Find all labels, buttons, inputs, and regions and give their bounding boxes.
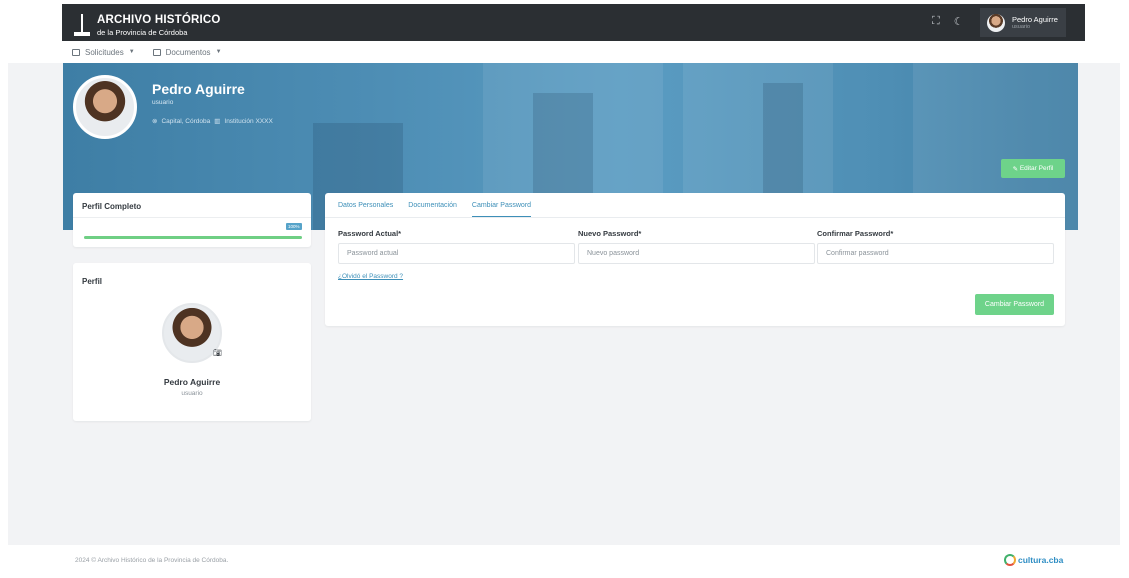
institution-icon: ▥ [214, 118, 221, 125]
change-password-button[interactable]: Cambiar Password [975, 294, 1054, 315]
cover-institution: Institución XXXX [224, 117, 273, 125]
menu-label: Documentos [165, 47, 211, 57]
progress-badge: 100% [286, 223, 302, 230]
edit-profile-button[interactable]: ✎ Editar Perfil [1001, 159, 1065, 178]
logo-title: ARCHIVO HISTÓRICO [97, 14, 221, 26]
card-title: Perfil Completo [82, 202, 142, 211]
main-menu: Solicitudes ▼ Documentos ▼ [62, 41, 1085, 63]
dark-mode-icon[interactable]: ☾ [954, 15, 964, 28]
confirm-password-group: Confirmar Password* Confirmar password [817, 229, 1054, 264]
profile-name: Pedro Aguirre [163, 377, 221, 387]
cover-name: Pedro Aguirre [152, 81, 245, 97]
field-label: Confirmar Password* [817, 229, 894, 238]
cultura-text: cultura.cba [1018, 555, 1064, 565]
cover-role: usuario [152, 99, 174, 106]
user-role: usuario [1012, 24, 1031, 30]
cultura-icon [1004, 554, 1016, 566]
current-password-input[interactable]: Password actual [338, 243, 575, 264]
fullscreen-icon[interactable]: ⛶ [932, 15, 940, 28]
cover-avatar [73, 75, 137, 139]
chevron-down-icon: ▼ [128, 49, 135, 55]
profile-tabs: Datos Personales Documentación Cambiar P… [325, 193, 1065, 218]
chevron-down-icon: ▼ [215, 49, 222, 55]
document-icon [152, 48, 161, 56]
confirm-password-input[interactable]: Confirmar password [817, 243, 1054, 264]
logo-icon [74, 14, 90, 36]
camera-icon[interactable]: 📷︎ [213, 349, 222, 357]
tab-documentacion[interactable]: Documentación [408, 193, 457, 217]
profile-card: Perfil 📷︎ Pedro Aguirre usuario [73, 263, 311, 421]
field-label: Password Actual* [338, 229, 402, 238]
site-logo[interactable]: ARCHIVO HISTÓRICO de la Provincia de Cór… [74, 10, 221, 36]
footer-copyright: 2024 © Archivo Histórico de la Provincia… [75, 557, 229, 564]
tab-cambiar-password[interactable]: Cambiar Password [471, 193, 532, 217]
profile-complete-card: Perfil Completo 100% [73, 193, 311, 247]
tab-datos-personales[interactable]: Datos Personales [338, 193, 393, 217]
user-name: Pedro Aguirre [1012, 15, 1058, 24]
progress-fill [84, 236, 302, 239]
new-password-input[interactable]: Nuevo password [578, 243, 815, 264]
avatar [987, 13, 1005, 32]
progress-bar [84, 236, 302, 239]
new-password-group: Nuevo Password* Nuevo password [578, 229, 815, 264]
cover-location: Capital, Córdoba [161, 117, 211, 125]
field-label: Nuevo Password* [578, 229, 642, 238]
profile-role: usuario [181, 390, 203, 397]
menu-item-solicitudes[interactable]: Solicitudes ▼ [72, 48, 135, 57]
cover-meta: ⊗ Capital, Córdoba ▥ Institución XXXX [152, 117, 273, 126]
menu-label: Solicitudes [85, 47, 124, 57]
top-bar: ARCHIVO HISTÓRICO de la Provincia de Cór… [62, 4, 1085, 41]
logo-subtitle: de la Provincia de Córdoba [97, 27, 188, 37]
menu-item-documentos[interactable]: Documentos ▼ [152, 47, 222, 57]
current-password-group: Password Actual* Password actual [338, 229, 575, 264]
card-title: Perfil [82, 277, 103, 286]
forgot-password-link[interactable]: ¿Olvidó el Password ? [338, 273, 403, 280]
edit-icon: ✎ [1012, 165, 1020, 173]
inbox-icon [72, 48, 80, 56]
password-card: Datos Personales Documentación Cambiar P… [325, 193, 1065, 326]
cultura-logo[interactable]: cultura.cba [1004, 554, 1063, 566]
location-icon: ⊗ [152, 118, 158, 125]
user-menu[interactable]: Pedro Aguirre usuario [980, 8, 1066, 37]
